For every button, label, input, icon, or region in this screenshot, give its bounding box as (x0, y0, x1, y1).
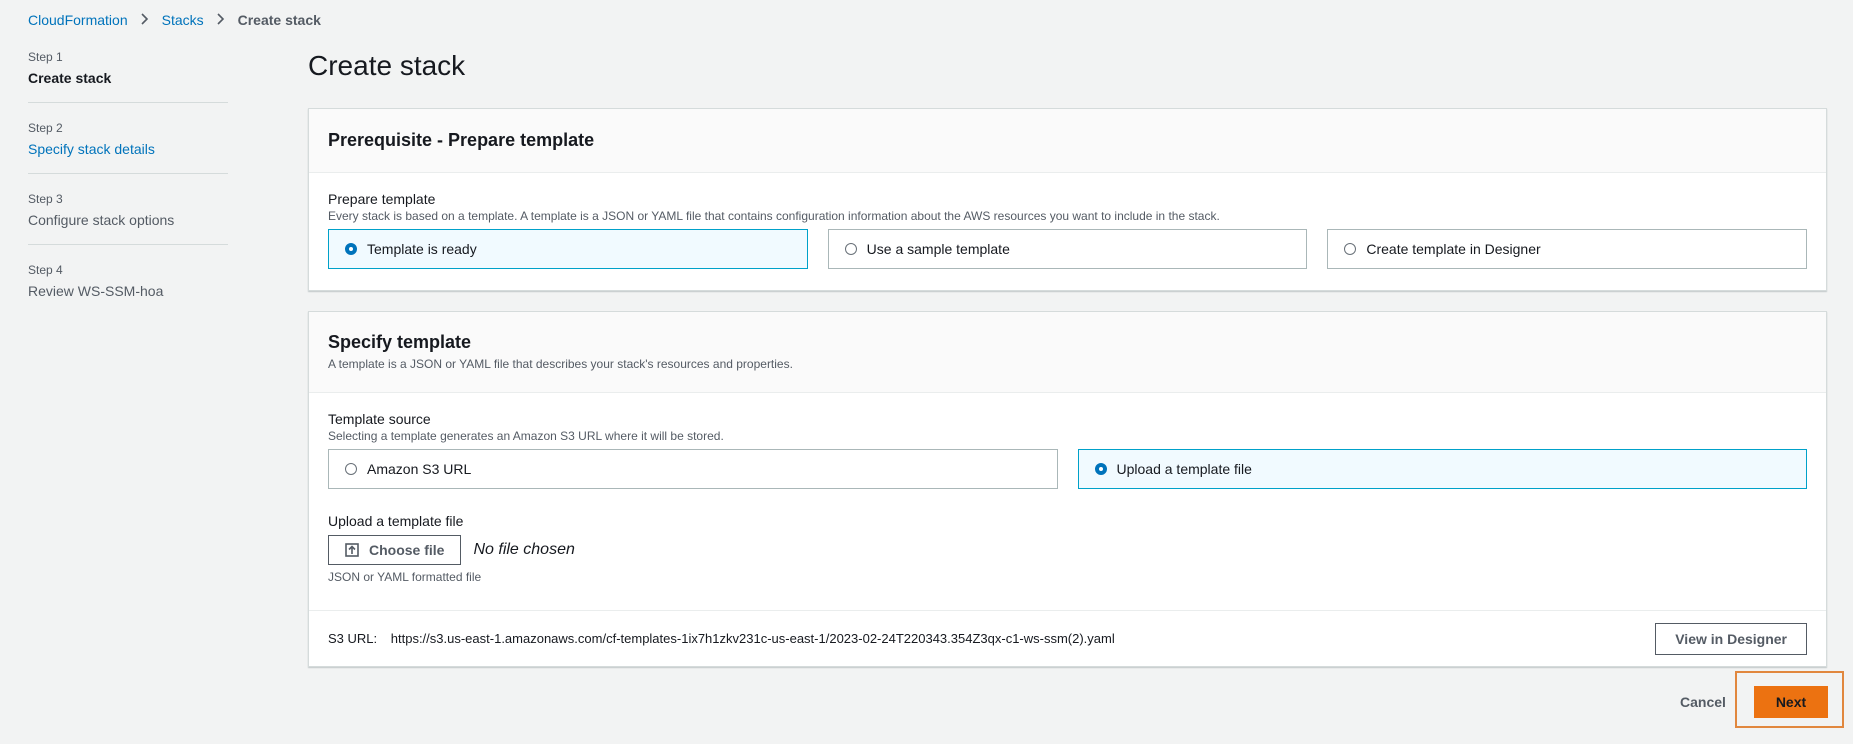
radio-unchecked-icon (1344, 243, 1357, 255)
step-title-configure-options: Configure stack options (28, 212, 175, 228)
s3-url-value: https://s3.us-east-1.amazonaws.com/cf-te… (390, 631, 1115, 646)
field-description: Every stack is based on a template. A te… (328, 209, 1220, 223)
page-title: Create stack (308, 50, 466, 81)
step-1: Step 1 Create stack (28, 50, 228, 103)
step-number: Step 2 (28, 121, 63, 135)
step-title-review: Review WS-SSM-hoa (28, 283, 164, 299)
s3-url-label: S3 URL: (328, 631, 378, 646)
step-4: Step 4 Review WS-SSM-hoa (28, 263, 228, 315)
upload-control: Choose file No file chosen (328, 535, 1807, 565)
template-source-section: Template source Selecting a template gen… (309, 393, 1826, 610)
radio-unchecked-icon (844, 243, 857, 255)
option-create-in-designer[interactable]: Create template in Designer (1327, 229, 1808, 269)
radio-checked-icon (345, 243, 357, 255)
prepare-template-options: Template is ready Use a sample template … (328, 229, 1808, 269)
prepare-template-panel: Prerequisite - Prepare template Prepare … (308, 108, 1827, 291)
option-label: Create template in Designer (1366, 241, 1541, 257)
step-number: Step 3 (28, 192, 63, 206)
breadcrumb-current: Create stack (237, 12, 321, 28)
radio-unchecked-icon (345, 463, 357, 475)
step-title-create-stack: Create stack (28, 70, 112, 86)
breadcrumb-cloudformation[interactable]: CloudFormation (28, 12, 128, 28)
option-label: Template is ready (367, 241, 477, 257)
upload-hint: JSON or YAML formatted file (328, 570, 482, 584)
breadcrumb: CloudFormation Stacks Create stack (28, 12, 321, 28)
next-button[interactable]: Next (1754, 686, 1828, 718)
view-in-designer-button[interactable]: View in Designer (1655, 622, 1807, 655)
upload-icon (345, 543, 359, 557)
step-link-specify-details[interactable]: Specify stack details (28, 141, 228, 157)
cancel-button[interactable]: Cancel (1680, 694, 1726, 710)
option-template-ready[interactable]: Template is ready (328, 229, 808, 269)
field-label: Template source (328, 411, 431, 427)
option-sample-template[interactable]: Use a sample template (827, 229, 1308, 269)
panel-title: Specify template (328, 332, 472, 352)
chevron-right-icon (140, 12, 150, 28)
specify-template-panel: Specify template A template is a JSON or… (308, 311, 1827, 667)
field-label: Upload a template file (328, 513, 464, 529)
breadcrumb-stacks[interactable]: Stacks (162, 12, 204, 28)
panel-title: Prerequisite - Prepare template (328, 130, 595, 150)
step-3: Step 3 Configure stack options (28, 192, 228, 245)
radio-checked-icon (1094, 463, 1107, 475)
s3-url: S3 URL: https://s3.us-east-1.amazonaws.c… (328, 631, 1115, 646)
option-label: Use a sample template (866, 241, 1010, 257)
panel-header: Specify template A template is a JSON or… (309, 312, 1826, 393)
option-amazon-s3-url[interactable]: Amazon S3 URL (328, 449, 1058, 489)
chevron-right-icon (216, 12, 226, 28)
step-2: Step 2 Specify stack details (28, 121, 228, 174)
prepare-template-field: Prepare template Every stack is based on… (309, 173, 1826, 269)
step-number: Step 1 (28, 50, 63, 64)
field-description: Selecting a template generates an Amazon… (328, 429, 724, 443)
choose-file-label: Choose file (369, 542, 445, 558)
wizard-steps: Step 1 Create stack Step 2 Specify stack… (28, 50, 228, 333)
no-file-chosen-text: No file chosen (473, 541, 575, 558)
option-label: Upload a template file (1116, 461, 1252, 477)
choose-file-button[interactable]: Choose file (328, 535, 462, 565)
upload-field: Upload a template file Choose file No fi… (328, 513, 1807, 584)
option-upload-template-file[interactable]: Upload a template file (1077, 449, 1807, 489)
s3-url-row: S3 URL: https://s3.us-east-1.amazonaws.c… (309, 610, 1826, 666)
template-source-options: Amazon S3 URL Upload a template file (328, 449, 1807, 489)
panel-header: Prerequisite - Prepare template (309, 109, 1826, 173)
panel-description: A template is a JSON or YAML file that d… (328, 357, 793, 371)
option-label: Amazon S3 URL (367, 461, 472, 477)
step-number: Step 4 (28, 263, 63, 277)
field-label: Prepare template (328, 191, 436, 207)
